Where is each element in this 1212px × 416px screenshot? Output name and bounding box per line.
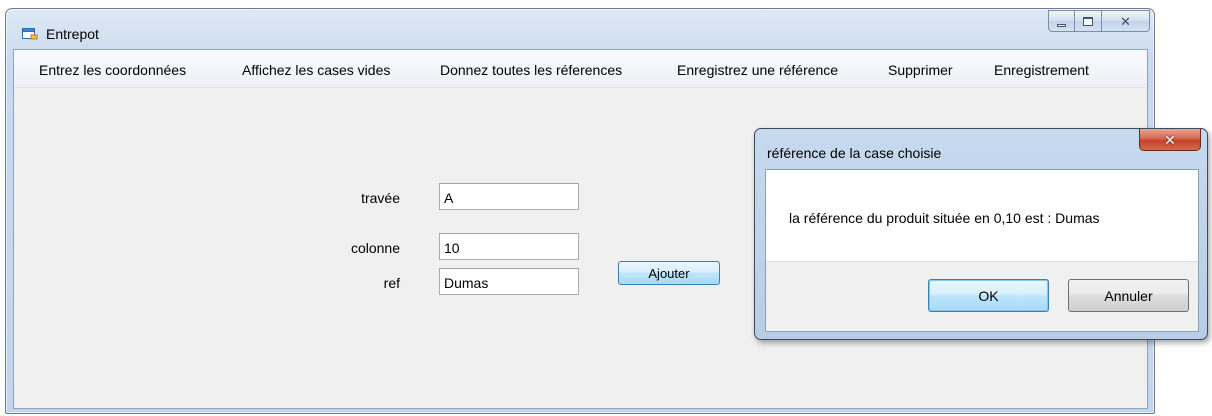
- dialog-title: référence de la case choisie: [767, 145, 942, 161]
- minimize-button[interactable]: [1048, 10, 1075, 32]
- title-bar[interactable]: Entrepot ✕: [6, 9, 1154, 49]
- ok-button[interactable]: OK: [928, 279, 1049, 312]
- menu-item-affichez-cases-vides[interactable]: Affichez les cases vides: [242, 62, 390, 78]
- message-dialog: référence de la case choisie ✕ la référe…: [754, 128, 1208, 340]
- dialog-message: la référence du produit située en 0,10 e…: [789, 210, 1100, 226]
- close-icon: ✕: [1164, 131, 1176, 148]
- colonne-input[interactable]: [439, 233, 579, 260]
- colonne-label: colonne: [350, 240, 400, 256]
- menu-item-entrez-coordonnees[interactable]: Entrez les coordonnées: [39, 62, 186, 78]
- cancel-button[interactable]: Annuler: [1068, 279, 1189, 312]
- maximize-icon: [1083, 16, 1093, 26]
- ref-input[interactable]: [439, 268, 579, 295]
- window-title: Entrepot: [46, 26, 99, 42]
- menu-item-supprimer[interactable]: Supprimer: [888, 62, 953, 78]
- app-window-icon: [22, 28, 38, 40]
- dialog-footer: OK Annuler: [766, 261, 1198, 331]
- ref-label: ref: [383, 275, 400, 291]
- dialog-close-button[interactable]: ✕: [1139, 129, 1201, 151]
- caption-buttons: ✕: [1048, 10, 1150, 34]
- travee-input[interactable]: [439, 183, 579, 210]
- travee-label: travée: [361, 190, 400, 206]
- add-button[interactable]: Ajouter: [618, 261, 720, 285]
- close-icon: ✕: [1120, 13, 1131, 29]
- maximize-button[interactable]: [1075, 10, 1102, 32]
- menu-item-enregistrement[interactable]: Enregistrement: [994, 62, 1089, 78]
- menu-item-donnez-references[interactable]: Donnez toutes les réferences: [440, 62, 622, 78]
- minimize-icon: [1057, 23, 1066, 27]
- close-button[interactable]: ✕: [1102, 10, 1150, 32]
- menu-bar: Entrez les coordonnées Affichez les case…: [14, 50, 1147, 88]
- menu-item-enregistrez-reference[interactable]: Enregistrez une référence: [677, 62, 838, 78]
- dialog-body: la référence du produit située en 0,10 e…: [765, 169, 1199, 332]
